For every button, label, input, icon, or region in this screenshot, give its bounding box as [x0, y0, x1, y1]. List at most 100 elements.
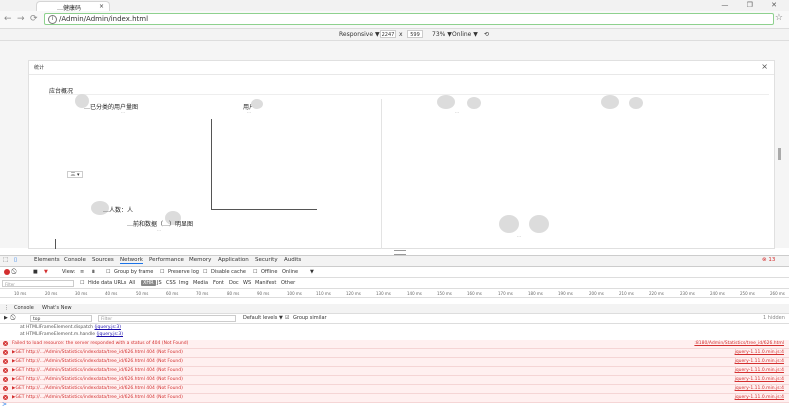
camera-icon[interactable]: ■ [33, 269, 38, 275]
error-source-link[interactable]: jquery-1.11.0.min.js:4 [735, 359, 784, 364]
error-source-link[interactable]: jquery-1.11.0.min.js:4 [735, 368, 784, 373]
chart1-subtitle: … [121, 109, 125, 114]
record-icon[interactable] [4, 269, 10, 275]
console-toolbar: ▶ ⃠ top Filter Default levels ▼ ☑ Group … [0, 314, 789, 324]
drawer-tab-whats-new[interactable]: What's New [42, 305, 72, 311]
chart2-subtitle: … [157, 227, 161, 232]
device-width-input[interactable]: 2247 [380, 30, 396, 38]
sidebar-toggle-icon[interactable]: ▶ [4, 315, 8, 321]
bookmark-star-icon[interactable]: ☆ [775, 13, 783, 23]
offline-checkbox[interactable]: ☐ [253, 269, 257, 275]
hide-data-urls-checkbox[interactable]: ☐ [80, 280, 84, 286]
console-error-row[interactable]: ✕ ▶GET http://…/Admin/Statistics/indexda… [0, 394, 789, 403]
back-icon[interactable]: ← [4, 14, 12, 24]
filter-all[interactable]: All [129, 280, 135, 286]
throttling-caret-icon[interactable]: ▼ [310, 269, 314, 275]
preserve-log-checkbox[interactable]: ☐ [160, 269, 164, 275]
filter-other[interactable]: Other [281, 280, 295, 286]
devtools-tab-bar: ⬚ ▯ Elements Console Sources Network Per… [0, 256, 789, 267]
window-controls[interactable]: — ❐ ✕ [721, 1, 785, 9]
error-message: ▶GET http://…/Admin/Statistics/indexdata… [12, 368, 183, 373]
error-message: ▶GET http://…/Admin/Statistics/indexdata… [12, 350, 183, 355]
ruler-tick: 230 ms [680, 291, 695, 296]
drawer-tab-console[interactable]: Console [14, 305, 34, 311]
log-levels-select[interactable]: Default levels ▼ [243, 315, 283, 321]
stack-link[interactable]: (jquery.js:3) [94, 325, 121, 330]
group-similar-checkbox[interactable]: ☑ [285, 315, 289, 321]
ruler-tick: 120 ms [346, 291, 361, 296]
tab-memory[interactable]: Memory [189, 257, 211, 263]
console-error-row[interactable]: ✕ ▶GET http://…/Admin/Statistics/indexda… [0, 358, 789, 367]
console-error-row[interactable]: ✕ ▶GET http://…/Admin/Statistics/indexda… [0, 367, 789, 376]
tab-network[interactable]: Network [120, 257, 143, 264]
filter-font[interactable]: Font [213, 280, 224, 286]
error-source-link[interactable]: jquery-1.11.0.min.js:4 [735, 395, 784, 400]
console-prompt-icon[interactable]: > [2, 401, 7, 408]
panel-close-icon[interactable]: × [761, 62, 768, 71]
filter-ws[interactable]: WS [243, 280, 251, 286]
console-error-row[interactable]: ✕ ▶GET http://…/Admin/Statistics/indexda… [0, 376, 789, 385]
error-source-link[interactable]: jquery-1.11.0.min.js:4 [735, 377, 784, 382]
console-error-row[interactable]: ✕ ▶GET http://…/Admin/Statistics/indexda… [0, 349, 789, 358]
error-count-badge[interactable]: ⊗ 13 [762, 257, 775, 263]
ruler-tick: 170 ms [498, 291, 513, 296]
stack-link[interactable]: (jquery.js:3) [96, 332, 123, 337]
stack-line: at HTMLIFrameElement.dispatch (jquery.js… [20, 325, 121, 330]
device-toggle-icon[interactable]: ▯ [14, 257, 17, 263]
error-source-link[interactable]: jquery-1.11.0.min.js:4 [735, 350, 784, 355]
filter-css[interactable]: CSS [166, 280, 176, 286]
reload-icon[interactable]: ⟳ [30, 14, 38, 24]
tab-close-icon[interactable]: × [99, 3, 104, 10]
filter-media[interactable]: Media [193, 280, 208, 286]
zoom-select[interactable]: 73% ▼ [432, 31, 452, 38]
filter-js[interactable]: JS [157, 280, 162, 286]
device-height-input[interactable]: 599 [407, 30, 423, 38]
tab-console[interactable]: Console [64, 257, 86, 263]
error-source-link[interactable]: jquery-1.11.0.min.js:4 [735, 386, 784, 391]
list-view-icon[interactable]: ≡ [80, 269, 84, 275]
filter-doc[interactable]: Doc [229, 280, 239, 286]
tab-elements[interactable]: Elements [34, 257, 60, 263]
error-message: ▶GET http://…/Admin/Statistics/indexdata… [12, 386, 183, 391]
network-filter-input[interactable]: Filter [2, 280, 74, 287]
browser-tab[interactable]: …健康码 × [36, 1, 110, 12]
waterfall-view-icon[interactable]: ⩩ [92, 269, 95, 275]
console-filter-input[interactable]: Filter [98, 315, 236, 322]
tab-application[interactable]: Application [218, 257, 249, 263]
column-divider [381, 99, 382, 249]
filter-xhr[interactable]: XHR [141, 280, 156, 286]
console-error-row[interactable]: ✕ ▶GET http://…/Admin/Statistics/indexda… [0, 385, 789, 394]
context-select[interactable]: top [30, 315, 92, 322]
forward-icon[interactable]: → [17, 14, 25, 24]
drawer-menu-icon[interactable]: ⋮ [4, 305, 9, 311]
inspect-icon[interactable]: ⬚ [3, 257, 8, 263]
filter-hide-data-urls: Hide data URLs [88, 280, 127, 286]
ruler-tick: 130 ms [376, 291, 391, 296]
tab-audits[interactable]: Audits [284, 257, 301, 263]
info-icon[interactable]: i [48, 15, 57, 24]
throttle-select[interactable]: Online ▼ [452, 31, 478, 38]
tab-security[interactable]: Security [255, 257, 278, 263]
disable-cache-checkbox[interactable]: ☐ [203, 269, 207, 275]
group-by-frame-checkbox[interactable]: ☐ [106, 269, 110, 275]
error-icon: ✕ [3, 341, 8, 346]
filter-img[interactable]: Img [179, 280, 189, 286]
address-bar[interactable]: i /Admin/Admin/index.html [44, 13, 774, 25]
statistics-panel: 统计 × 应台概况 …已分类的用户量图 … 用户 … 三 ▾ … …人数：人 …… [28, 60, 775, 249]
console-error-row[interactable]: ✕ Failed to load resource: the server re… [0, 340, 789, 349]
ruler-tick: 80 ms [227, 291, 240, 296]
throttling-select[interactable]: Online [282, 269, 298, 275]
rotate-icon[interactable]: ⟲ [484, 31, 489, 38]
filter-manifest[interactable]: Manifest [255, 280, 276, 286]
error-source-link[interactable]: :8180/Admin/Statistics/tree_id/626.html [694, 341, 784, 346]
device-mode-select[interactable]: Responsive ▼ [339, 31, 380, 38]
viewport-scrollbar[interactable] [778, 148, 781, 160]
device-toolbar: Responsive ▼ 2247 x 599 73% ▼ Online ▼ ⟲ [0, 29, 789, 41]
tab-sources[interactable]: Sources [92, 257, 114, 263]
period-dropdown[interactable]: 三 ▾ [67, 171, 83, 178]
view-label: View: [62, 269, 76, 275]
ruler-tick: 110 ms [316, 291, 331, 296]
tab-performance[interactable]: Performance [149, 257, 184, 263]
filter-icon[interactable]: ▼ [44, 269, 48, 275]
redacted-mark [467, 97, 481, 109]
